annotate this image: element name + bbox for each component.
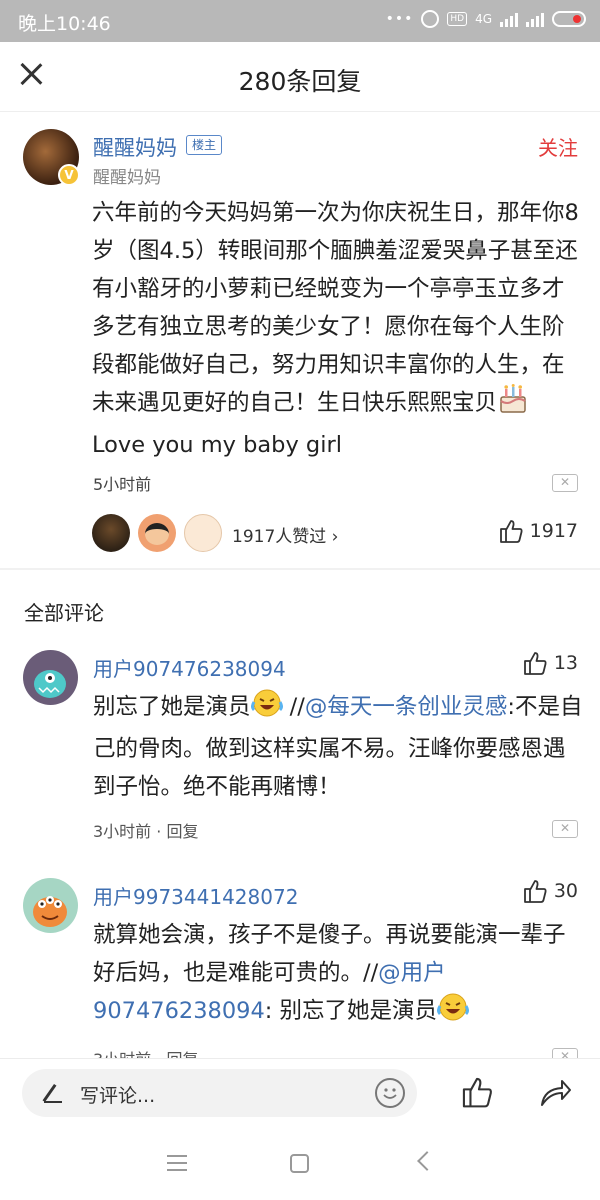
thumbs-up-icon — [499, 520, 523, 543]
signal-icon-2 — [526, 11, 544, 27]
post-time: 5小时前 — [93, 475, 152, 494]
mention-link[interactable]: @每天一条创业灵感 — [305, 694, 508, 720]
comment-bar: 写评论... — [0, 1058, 600, 1128]
author-name[interactable]: 醒醒妈妈 — [93, 132, 177, 162]
post-text-tail: Love you my baby girl — [92, 432, 342, 458]
hd-icon: HD — [447, 12, 468, 26]
comment-text-part: : 别忘了她是演员 — [264, 998, 438, 1024]
verified-badge-icon: V — [58, 164, 80, 186]
post-like-count: 1917 — [529, 520, 578, 542]
alarm-icon — [421, 10, 440, 28]
comment-like-button[interactable]: 13 — [522, 650, 578, 676]
comment-input-placeholder: 写评论... — [80, 1085, 156, 1107]
follow-button[interactable]: 关注 — [538, 132, 578, 161]
network-type-icon: 4G — [475, 12, 492, 26]
comment-text-part: // — [282, 694, 305, 720]
page-header: 280条回复 — [0, 42, 600, 112]
comment-like-count: 13 — [553, 652, 578, 674]
liker-avatar — [92, 514, 130, 552]
dismiss-icon[interactable]: ✕ — [552, 820, 578, 838]
liker-avatar — [184, 514, 222, 552]
thumbs-up-icon — [523, 652, 547, 675]
commenter-avatar[interactable] — [23, 878, 78, 933]
pen-underline — [44, 1101, 62, 1103]
author-subname: 醒醒妈妈 — [93, 168, 161, 188]
comment-like-count: 30 — [553, 880, 578, 902]
status-icons: ••• HD 4G — [386, 10, 586, 28]
section-divider — [0, 568, 600, 570]
home-icon[interactable] — [290, 1154, 309, 1173]
cake-emoji-icon — [497, 384, 529, 426]
share-button[interactable] — [538, 1075, 572, 1113]
commenter-avatar[interactable] — [23, 650, 78, 705]
commenter-name[interactable]: 用户9973441428072 — [93, 881, 298, 910]
status-time: 晚上10:46 — [18, 13, 111, 35]
system-nav-bar — [0, 1128, 600, 1200]
battery-icon — [552, 11, 586, 27]
comment-meta[interactable]: 3小时前 · 回复 — [93, 818, 198, 842]
dismiss-icon[interactable]: ✕ — [552, 474, 578, 492]
op-badge: 楼主 — [186, 135, 223, 155]
thumbs-up-icon — [523, 880, 547, 903]
liker-avatar — [138, 514, 176, 552]
comment-text-part: 别忘了她是演员 — [93, 694, 251, 720]
commenter-name[interactable]: 用户907476238094 — [93, 653, 286, 682]
laugh-cry-emoji-icon — [437, 992, 470, 1034]
post-like-button[interactable]: 1917 — [498, 518, 578, 544]
more-dots-icon: ••• — [385, 11, 414, 27]
comment-text-part: 就算她会演，孩子不是傻子。再说要能演一辈子好后妈，也是难能可贵的。// — [93, 922, 566, 986]
likers-count[interactable]: 1917人赞过 › — [232, 522, 338, 547]
like-button[interactable] — [460, 1075, 494, 1113]
section-title: 全部评论 — [24, 601, 104, 625]
post-body: 六年前的今天妈妈第一次为你庆祝生日，那年你8岁（图4.5）转眼间那个腼腆羞涩爱哭… — [92, 194, 582, 464]
status-bar: 晚上10:46 ••• HD 4G — [0, 0, 600, 42]
comment-like-button[interactable]: 30 — [522, 878, 578, 904]
pen-icon — [42, 1083, 57, 1103]
thumbs-up-icon — [462, 1077, 492, 1108]
signal-icon — [500, 11, 518, 27]
back-icon[interactable] — [417, 1151, 437, 1171]
page-title: 280条回复 — [238, 67, 362, 96]
menu-icon[interactable] — [167, 1155, 187, 1171]
share-icon — [541, 1080, 571, 1106]
emoji-picker-icon[interactable] — [375, 1078, 405, 1108]
laugh-cry-emoji-icon — [250, 688, 283, 730]
comment-text: 别忘了她是演员 //@每天一条创业灵感:不是自己的骨肉。做到这样实属不易。汪峰你… — [93, 688, 583, 806]
comment-input[interactable]: 写评论... — [22, 1069, 417, 1117]
comment-text: 就算她会演，孩子不是傻子。再说要能演一辈子好后妈，也是难能可贵的。//@用户90… — [93, 916, 583, 1034]
